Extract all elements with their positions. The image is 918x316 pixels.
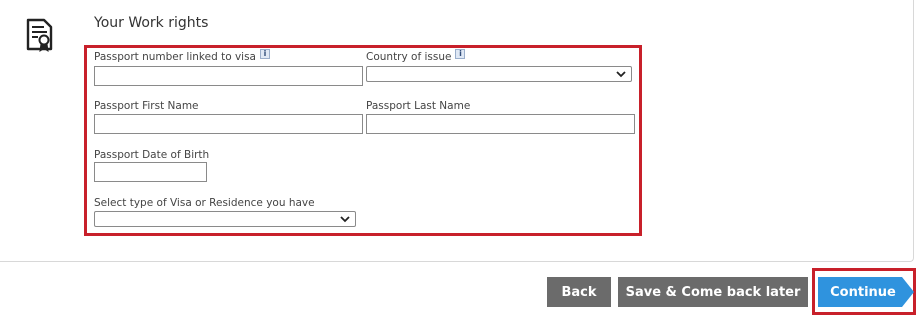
country-of-issue-label-text: Country of issue <box>366 51 452 63</box>
passport-number-label: Passport number linked to visa i <box>94 49 270 63</box>
work-rights-panel: Your Work rights Passport number linked … <box>0 0 914 262</box>
back-button-label: Back <box>561 284 597 300</box>
last-name-input[interactable] <box>366 114 635 134</box>
passport-number-input[interactable] <box>94 66 363 86</box>
first-name-label-text: Passport First Name <box>94 100 199 112</box>
last-name-label-text: Passport Last Name <box>366 100 471 112</box>
back-button[interactable]: Back <box>547 277 611 307</box>
visa-type-label: Select type of Visa or Residence you hav… <box>94 197 315 209</box>
save-button-label: Save & Come back later <box>625 284 801 300</box>
chevron-down-icon <box>616 71 626 78</box>
dob-label-text: Passport Date of Birth <box>94 149 210 161</box>
info-icon[interactable]: i <box>260 49 270 59</box>
country-of-issue-label: Country of issue i <box>366 49 466 63</box>
visa-type-select[interactable] <box>94 211 356 227</box>
first-name-input[interactable] <box>94 114 363 134</box>
save-and-come-back-later-button[interactable]: Save & Come back later <box>618 277 808 307</box>
continue-button[interactable]: Continue <box>818 277 914 307</box>
dob-input[interactable] <box>94 162 207 182</box>
country-of-issue-select[interactable] <box>366 66 632 82</box>
first-name-label: Passport First Name <box>94 100 199 112</box>
passport-number-label-text: Passport number linked to visa <box>94 51 256 63</box>
section-title: Your Work rights <box>94 15 209 31</box>
chevron-down-icon <box>340 216 350 223</box>
last-name-label: Passport Last Name <box>366 100 470 112</box>
certificate-document-icon <box>26 18 53 52</box>
dob-label: Passport Date of Birth <box>94 149 209 161</box>
info-icon[interactable]: i <box>455 49 466 59</box>
visa-type-label-text: Select type of Visa or Residence you hav… <box>94 197 315 209</box>
continue-button-label: Continue <box>830 284 896 300</box>
